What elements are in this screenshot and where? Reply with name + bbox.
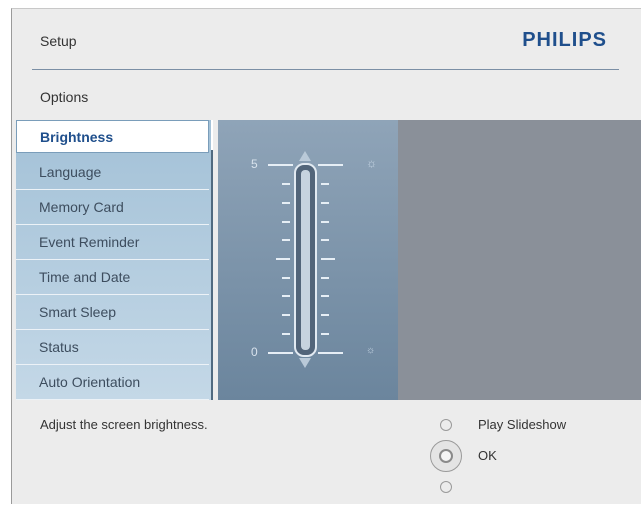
menu-item-event-reminder[interactable]: Event Reminder: [16, 225, 209, 260]
scroll-thumb[interactable]: [211, 120, 213, 150]
brightness-slider[interactable]: [218, 120, 398, 400]
up-button-icon[interactable]: [440, 419, 452, 431]
brightness-panel: 5 0 ☼ ☼: [218, 120, 398, 400]
play-slideshow-label: Play Slideshow: [478, 417, 567, 432]
page-title: Setup: [40, 33, 77, 49]
options-label: Options: [40, 89, 89, 105]
window-frame: Setup PHILIPS Options Brightness Languag…: [11, 8, 641, 504]
menu-item-status[interactable]: Status: [16, 330, 209, 365]
help-text: Adjust the screen brightness.: [40, 417, 208, 432]
menu-item-smart-sleep[interactable]: Smart Sleep: [16, 295, 209, 330]
down-button-icon[interactable]: [440, 481, 452, 493]
settings-menu: Brightness Language Memory Card Event Re…: [16, 120, 213, 400]
menu-item-brightness[interactable]: Brightness: [16, 120, 209, 153]
menu-item-language[interactable]: Language: [16, 155, 209, 190]
brand-logo: PHILIPS: [522, 29, 607, 51]
ok-button-icon[interactable]: [430, 440, 462, 472]
ok-inner-circle: [439, 449, 453, 463]
preview-area: [398, 120, 641, 400]
ok-label: OK: [478, 448, 497, 463]
menu-item-time-and-date[interactable]: Time and Date: [16, 260, 209, 295]
menu-item-memory-card[interactable]: Memory Card: [16, 190, 209, 225]
menu-item-auto-orientation[interactable]: Auto Orientation: [16, 365, 209, 400]
menu-scrollbar[interactable]: [211, 120, 213, 400]
header-divider: [32, 69, 619, 70]
